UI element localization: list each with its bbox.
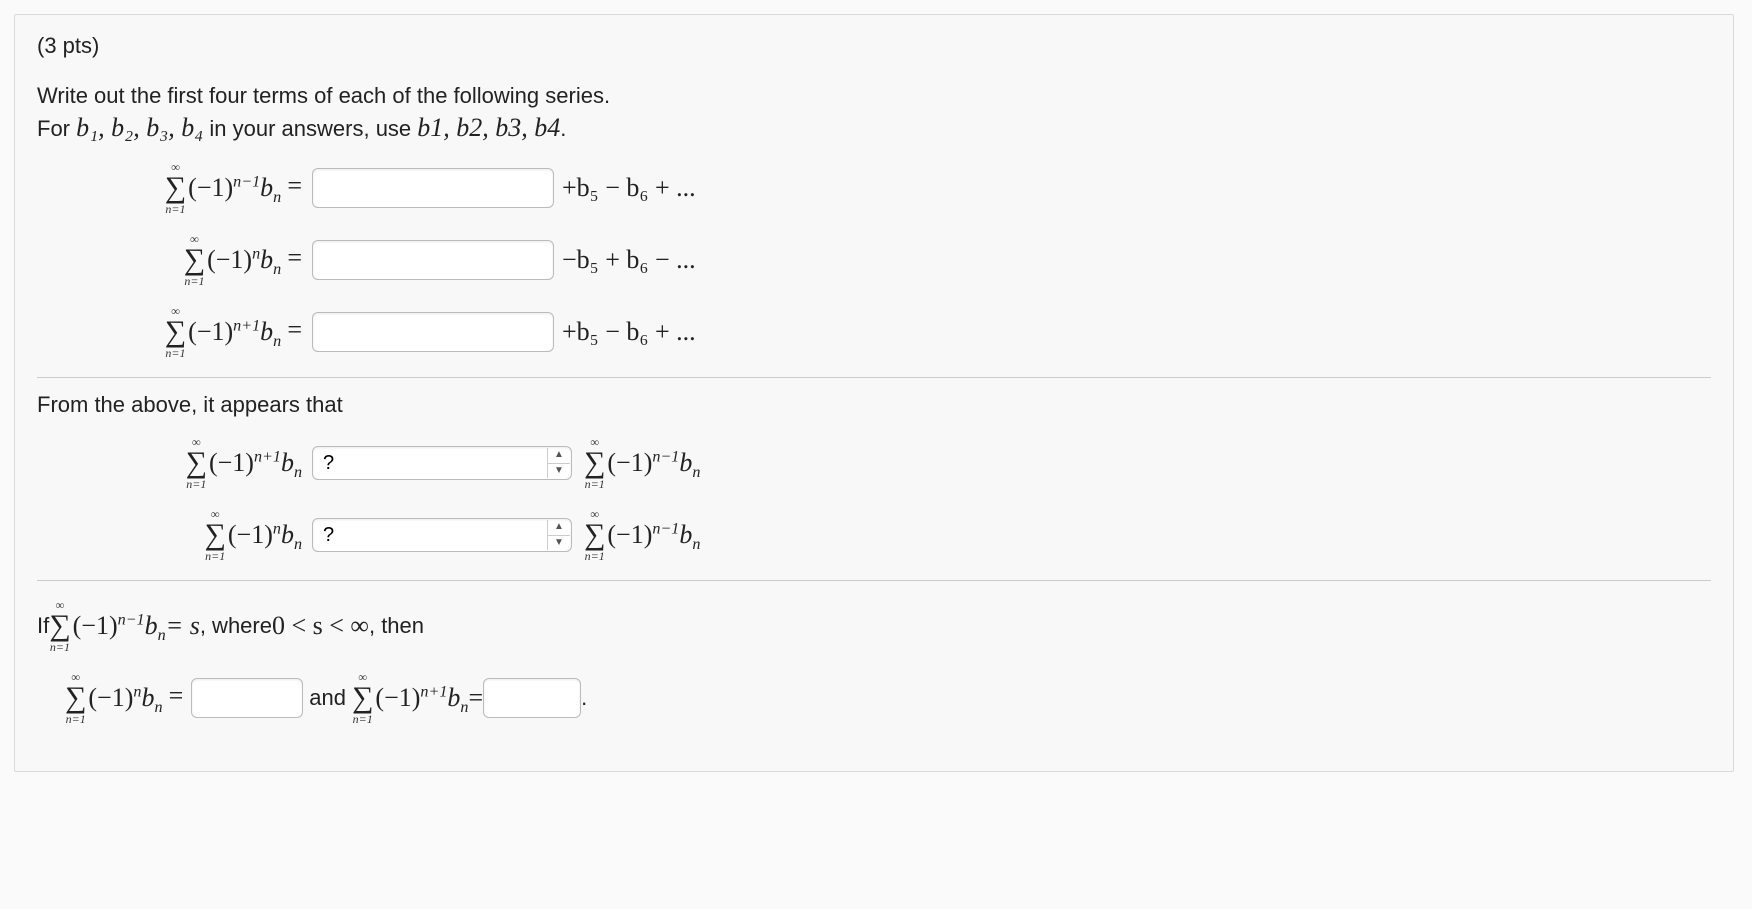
series-input-2[interactable] bbox=[312, 240, 554, 280]
if-text: If bbox=[37, 613, 49, 639]
relation-row-2: ∞ ∑ n=1 (−1)nbn ? ▲ ▼ ∞ ∑ n=1 (−1)n bbox=[37, 508, 1711, 562]
relation-select-1[interactable]: ? bbox=[312, 446, 572, 480]
relation-select-wrap-2: ? ▲ ▼ bbox=[312, 518, 572, 552]
relation-select-wrap-1: ? ▲ ▼ bbox=[312, 446, 572, 480]
relation-left-1: ∞ ∑ n=1 (−1)n+1bn bbox=[186, 436, 302, 490]
relation-right-2: ∞ ∑ n=1 (−1)n−1bn bbox=[584, 508, 700, 562]
sigma-3: ∞ ∑ n=1 (−1)n+1bn bbox=[165, 305, 281, 359]
series-tail-2: −b₅ + b₆ − ... bbox=[562, 245, 696, 274]
final-input-1[interactable] bbox=[191, 678, 303, 718]
and-text: and bbox=[309, 685, 346, 711]
cond-eq: = s bbox=[166, 611, 200, 640]
sigma-2: ∞ ∑ n=1 (−1)nbn bbox=[184, 233, 282, 287]
equals-2: = bbox=[287, 243, 302, 272]
question-card: (3 pts) Write out the first four terms o… bbox=[14, 14, 1734, 772]
prompt-suffix: . bbox=[560, 116, 566, 141]
relation-right-1: ∞ ∑ n=1 (−1)n−1bn bbox=[584, 436, 700, 490]
then-text: , then bbox=[369, 613, 424, 639]
series-input-3[interactable] bbox=[312, 312, 554, 352]
prompt-line-2: For b₁, b₂, b₃, b₄ in your answers, use … bbox=[37, 113, 1711, 143]
prompt-mid: in your answers, use bbox=[209, 116, 417, 141]
separator-1 bbox=[37, 377, 1711, 378]
series-expr-2: (−1)nbn bbox=[207, 245, 281, 275]
condition-sigma: ∞ ∑ n=1 (−1)n−1bn bbox=[49, 599, 165, 653]
relation-left-2: ∞ ∑ n=1 (−1)nbn bbox=[205, 508, 303, 562]
final-left-sigma: ∞ ∑ n=1 (−1)nbn bbox=[65, 671, 163, 725]
series-tail-3: +b₅ − b₆ + ... bbox=[562, 317, 696, 346]
final-input-2[interactable] bbox=[483, 678, 581, 718]
final-period: . bbox=[581, 685, 587, 711]
series-row-1: ∞ ∑ n=1 (−1)n−1bn = +b₅ − b₆ + ... bbox=[37, 161, 1711, 215]
series-row-2: ∞ ∑ n=1 (−1)nbn = −b₅ + b₆ − ... bbox=[37, 233, 1711, 287]
equals-1: = bbox=[287, 171, 302, 200]
where-text: , where bbox=[200, 613, 272, 639]
prompt-line-1: Write out the first four terms of each o… bbox=[37, 83, 1711, 109]
series-input-1[interactable] bbox=[312, 168, 554, 208]
series-expr-1: (−1)n−1bn bbox=[188, 173, 281, 203]
range-text: 0 < s < ∞ bbox=[272, 611, 369, 641]
series-tail-1: +b₅ − b₆ + ... bbox=[562, 173, 696, 202]
series-expr-3: (−1)n+1bn bbox=[188, 317, 281, 347]
points-label: (3 pts) bbox=[37, 33, 1711, 59]
prompt-prefix: For bbox=[37, 116, 76, 141]
sigma-1: ∞ ∑ n=1 (−1)n−1bn bbox=[165, 161, 281, 215]
relation-select-2[interactable]: ? bbox=[312, 518, 572, 552]
relation-row-1: ∞ ∑ n=1 (−1)n+1bn ? ▲ ▼ ∞ ∑ n=1 (−1 bbox=[37, 436, 1711, 490]
prompt-vars-plain: b1, b2, b3, b4 bbox=[417, 113, 560, 142]
series-row-3: ∞ ∑ n=1 (−1)n+1bn = +b₅ − b₆ + ... bbox=[37, 305, 1711, 359]
section2-intro: From the above, it appears that bbox=[37, 392, 1711, 418]
prompt-vars-math: b₁, b₂, b₃, b₄ bbox=[76, 113, 203, 142]
final-right-sigma: ∞ ∑ n=1 (−1)n+1bn bbox=[352, 671, 468, 725]
separator-2 bbox=[37, 580, 1711, 581]
condition-line: If ∞ ∑ n=1 (−1)n−1bn = s , where 0 < s <… bbox=[37, 599, 1711, 653]
equals-3: = bbox=[287, 315, 302, 344]
final-row: ∞ ∑ n=1 (−1)nbn = and ∞ ∑ n=1 (−1)n+1bn … bbox=[37, 671, 1711, 725]
